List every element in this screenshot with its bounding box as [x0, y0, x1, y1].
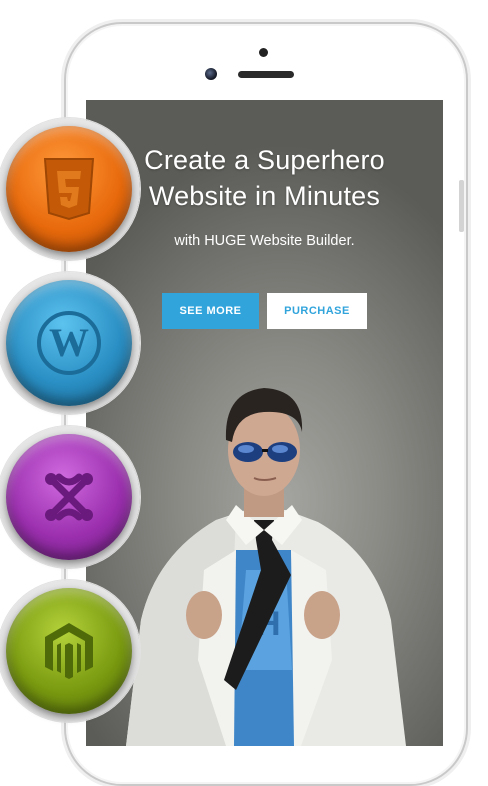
phone-side-button — [459, 180, 464, 232]
phone-sensor-dot — [259, 48, 268, 57]
hero-subtitle: with HUGE Website Builder. — [174, 233, 355, 249]
hero-title-line1: Create a Superhero — [144, 145, 385, 175]
wordpress-badge-disc: W — [6, 280, 132, 406]
joomla-badge[interactable] — [0, 426, 140, 568]
see-more-button[interactable]: SEE MORE — [162, 293, 259, 329]
phone-camera — [205, 68, 217, 80]
magento-badge-disc — [6, 588, 132, 714]
wordpress-badge[interactable]: W — [0, 272, 140, 414]
html5-badge-disc — [6, 126, 132, 252]
magento-icon — [45, 623, 93, 679]
purchase-button[interactable]: PURCHASE — [267, 293, 367, 329]
html5-badge[interactable] — [0, 118, 140, 260]
wordpress-icon: W — [37, 311, 101, 375]
svg-text:W: W — [49, 320, 89, 365]
html5-icon — [43, 158, 95, 221]
phone-speaker — [238, 71, 294, 78]
joomla-badge-disc — [6, 434, 132, 560]
hero-title: Create a Superhero Website in Minutes — [86, 142, 443, 214]
joomla-icon — [45, 473, 93, 521]
magento-badge[interactable] — [0, 580, 140, 722]
superhero-businessman-image: H — [126, 388, 406, 746]
